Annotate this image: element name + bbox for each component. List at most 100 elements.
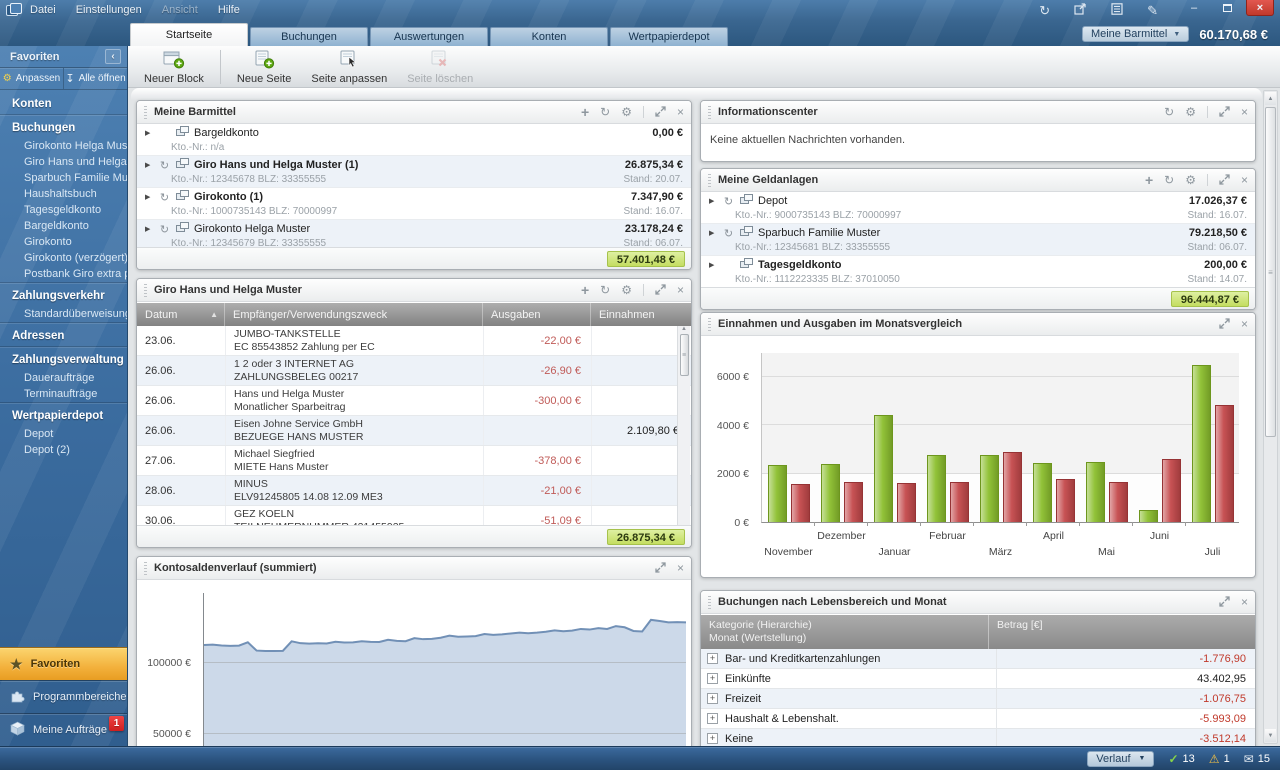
sidebar-section-zahlungsverkehr[interactable]: Zahlungsverkehr [0,282,127,306]
scroll-up-icon[interactable]: ▲ [681,326,687,332]
expand-icon[interactable]: ▶ [145,161,153,169]
expand-plus-icon[interactable]: + [707,733,718,744]
column-header-einnahmen[interactable]: Einnahmen [591,303,691,326]
menu-item-ansicht[interactable]: Ansicht [162,4,198,16]
my-orders-button[interactable]: Meine Aufträge 1 [0,713,127,746]
drag-handle-icon[interactable] [144,106,147,119]
close-icon[interactable]: × [677,284,684,296]
sidebar-section-zahlungsverwaltung[interactable]: Zahlungsverwaltung [0,346,127,370]
sidebar-collapse-button[interactable]: ‹ [105,49,121,64]
collapse-icon[interactable] [1219,106,1230,119]
sidebar-item-depot-2[interactable]: Depot (2) [0,442,127,458]
expand-icon[interactable]: ▶ [145,193,153,201]
category-row[interactable]: + Freizeit -1.076,75 [701,689,1255,709]
drag-handle-icon[interactable] [144,562,147,575]
drag-handle-icon[interactable] [708,318,711,331]
new-page-button[interactable]: Neue Seite [227,47,301,87]
add-icon[interactable]: + [581,283,589,297]
menu-item-einstellungen[interactable]: Einstellungen [76,4,142,16]
refresh-icon[interactable]: ↻ [1039,4,1050,17]
account-row[interactable]: ▶ Tagesgeldkonto 200,00 € Kto.-Nr.: 1112… [701,256,1255,288]
drag-handle-icon[interactable] [708,596,711,609]
account-row[interactable]: ▶ ↻ Depot 17.026,37 € Kto.-Nr.: 90007351… [701,192,1255,224]
tab-konten[interactable]: Konten [490,27,608,46]
scrollbar-thumb[interactable]: ≡ [680,334,689,376]
external-window-icon[interactable] [1074,3,1087,17]
account-row[interactable]: ▶ Bargeldkonto 0,00 € Kto.-Nr.: n/a [137,124,691,156]
column-header-kategorie[interactable]: Kategorie (Hierarchie) Monat (Wertstellu… [701,615,989,649]
close-icon[interactable]: × [677,106,684,118]
close-icon[interactable]: × [677,562,684,574]
favorites-button[interactable]: ★ Favoriten [0,647,127,680]
gear-icon[interactable]: ⚙ [1185,174,1196,186]
refresh-icon[interactable]: ↻ [1164,106,1174,118]
customize-button[interactable]: ⚙ Anpassen [0,68,64,89]
refresh-row-icon[interactable]: ↻ [158,191,171,204]
tab-auswertungen[interactable]: Auswertungen [370,27,488,46]
tab-buchungen[interactable]: Buchungen [250,27,368,46]
sidebar-section-wertpapierdepot[interactable]: Wertpapierdepot [0,402,127,426]
sidebar-item-standardueberweisung[interactable]: Standardüberweisung [0,306,127,322]
transaction-row[interactable]: 30.06. GEZ KOELNTEILNEHMERNUMMER 4214559… [137,506,691,525]
refresh-row-icon[interactable]: ↻ [722,227,735,240]
refresh-row-icon[interactable]: ↻ [722,195,735,208]
close-icon[interactable]: × [1241,174,1248,186]
account-selector-dropdown[interactable]: Meine Barmittel ▼ [1082,26,1189,42]
sidebar-item-girokonto-helga[interactable]: Girokonto Helga Muster [0,138,127,154]
expand-icon[interactable]: ▶ [145,129,153,137]
sidebar-item-dauerauftraege[interactable]: Daueraufträge [0,370,127,386]
drag-handle-icon[interactable] [144,284,147,297]
refresh-row-icon[interactable]: ↻ [158,159,171,172]
sidebar-section-buchungen[interactable]: Buchungen [0,114,127,138]
close-icon[interactable]: × [1241,318,1248,330]
column-header-ausgaben[interactable]: Ausgaben [483,303,591,326]
sidebar-item-girokonto-verzoegert[interactable]: Girokonto (verzögert) [0,250,127,266]
edit-icon[interactable]: ✎ [1147,4,1158,17]
scroll-down-icon[interactable]: ▼ [1265,729,1276,742]
transaction-row[interactable]: 26.06. Hans und Helga MusterMonatlicher … [137,386,691,416]
sidebar-item-bargeldkonto[interactable]: Bargeldkonto [0,218,127,234]
column-header-empfaenger[interactable]: Empfänger/Verwendungszweck [225,303,483,326]
sidebar-item-depot[interactable]: Depot [0,426,127,442]
scrollbar-thumb[interactable]: ≡ [1265,107,1276,437]
collapse-icon[interactable] [1219,174,1230,187]
sidebar-item-haushaltsbuch[interactable]: Haushaltsbuch [0,186,127,202]
refresh-row-icon[interactable]: ↻ [158,223,171,236]
delete-page-button[interactable]: Seite löschen [397,47,483,87]
drag-handle-icon[interactable] [708,174,711,187]
close-icon[interactable]: × [1241,596,1248,608]
sidebar-section-adressen[interactable]: Adressen [0,322,127,346]
table-scrollbar[interactable]: ▲ ≡ [677,326,690,525]
menu-item-datei[interactable]: Datei [30,4,56,16]
transaction-row[interactable]: 28.06. MINUSELV91245805 14.08 12.09 ME3 … [137,476,691,506]
close-icon[interactable]: × [1241,106,1248,118]
expand-icon[interactable]: ▶ [709,229,717,237]
expand-plus-icon[interactable]: + [707,673,718,684]
tab-startseite[interactable]: Startseite [130,23,248,46]
transaction-row[interactable]: 27.06. Michael SiegfriedMIETE Hans Muste… [137,446,691,476]
collapse-icon[interactable] [655,562,666,575]
close-button[interactable]: × [1246,0,1274,16]
history-dropdown[interactable]: Verlauf ▼ [1087,751,1154,767]
category-row[interactable]: + Haushalt & Lebenshalt. -5.993,09 [701,709,1255,729]
sidebar-item-girokonto[interactable]: Girokonto [0,234,127,250]
gear-icon[interactable]: ⚙ [1185,106,1196,118]
expand-icon[interactable]: ▶ [145,225,153,233]
open-all-button[interactable]: ↧ Alle öffnen [64,68,127,89]
refresh-icon[interactable]: ↻ [600,284,610,296]
status-warnings[interactable]: ⚠ 1 [1209,752,1230,766]
collapse-icon[interactable] [655,106,666,119]
minimize-button[interactable]: – [1180,0,1208,16]
main-scrollbar[interactable]: ▲ ≡ ▼ [1263,90,1278,744]
gear-icon[interactable]: ⚙ [621,284,632,296]
account-row[interactable]: ▶ ↻ Giro Hans und Helga Muster (1) 26.87… [137,156,691,188]
refresh-icon[interactable]: ↻ [600,106,610,118]
sidebar-item-terminauftraege[interactable]: Terminaufträge [0,386,127,402]
sidebar-item-sparbuch[interactable]: Sparbuch Familie Muster [0,170,127,186]
account-row[interactable]: ▶ ↻ Sparbuch Familie Muster 79.218,50 € … [701,224,1255,256]
column-header-datum[interactable]: Datum ▲ [137,303,225,326]
transaction-row[interactable]: 23.06. JUMBO-TANKSTELLEEC 85543852 Zahlu… [137,326,691,356]
category-row[interactable]: + Einkünfte 43.402,95 [701,669,1255,689]
new-block-button[interactable]: Neuer Block [134,47,214,87]
status-messages[interactable]: ✉ 15 [1244,752,1270,766]
